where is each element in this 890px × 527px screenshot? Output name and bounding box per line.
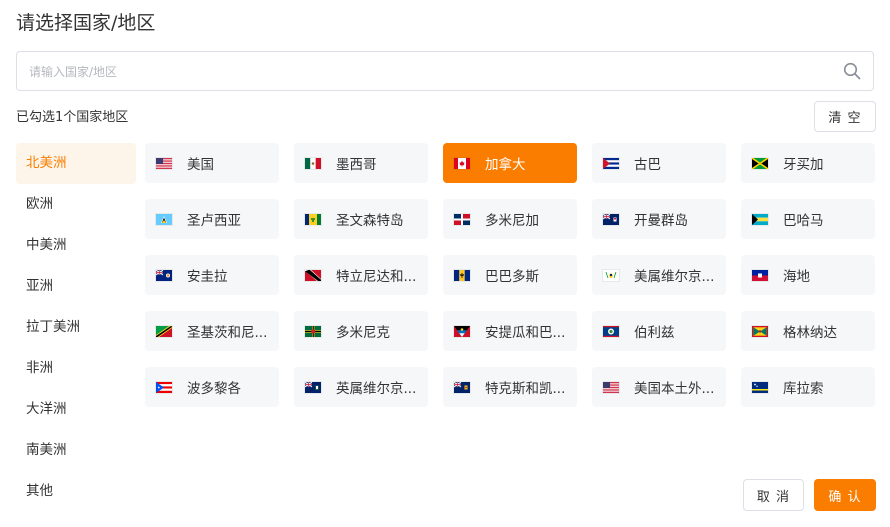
country-option[interactable]: 巴哈马 — [741, 199, 875, 239]
country-name: 古巴 — [634, 157, 661, 173]
country-name: 波多黎各 — [187, 381, 241, 397]
country-option[interactable]: 圣卢西亚 — [145, 199, 279, 239]
flag-icon — [305, 157, 336, 169]
selected-count: 已勾选1个国家地区 — [16, 110, 129, 125]
country-name: 圣文森特岛 — [336, 213, 404, 229]
flag-icon — [603, 213, 634, 225]
country-name: 安圭拉 — [187, 269, 228, 285]
region-item[interactable]: 北美洲 — [16, 143, 136, 184]
country-option[interactable]: 格林纳达 — [741, 311, 875, 351]
country-option[interactable]: 墨西哥 — [294, 143, 428, 183]
flag-icon — [156, 157, 187, 169]
flag-icon — [305, 269, 336, 281]
country-option[interactable]: 英属维尔京... — [294, 367, 428, 407]
flag-icon — [454, 381, 485, 393]
country-name: 美国 — [187, 157, 214, 173]
region-item[interactable]: 亚洲 — [16, 266, 136, 307]
country-option[interactable]: 安提瓜和巴... — [443, 311, 577, 351]
country-name: 特克斯和凯... — [485, 381, 566, 397]
region-sidebar: 北美洲 欧洲 中美洲 亚洲 拉丁美洲 非洲 大洋洲 南美洲 其他 — [16, 143, 136, 512]
country-name: 海地 — [783, 269, 810, 285]
flag-icon — [752, 157, 783, 169]
country-option[interactable]: 古巴 — [592, 143, 726, 183]
flag-icon — [156, 213, 187, 225]
flag-icon — [454, 269, 485, 281]
flag-icon — [305, 381, 336, 393]
flag-icon — [752, 213, 783, 225]
country-option[interactable]: 特克斯和凯... — [443, 367, 577, 407]
search-icon[interactable] — [843, 62, 861, 80]
country-option[interactable]: 多米尼加 — [443, 199, 577, 239]
region-item[interactable]: 大洋洲 — [16, 389, 136, 430]
flag-icon — [305, 213, 336, 225]
country-name: 美国本土外... — [634, 381, 715, 397]
region-item[interactable]: 其他 — [16, 471, 136, 512]
country-name: 巴巴多斯 — [485, 269, 539, 285]
flag-icon — [305, 325, 336, 337]
flag-icon — [752, 325, 783, 337]
cancel-button[interactable]: 取 消 — [743, 479, 804, 511]
flag-icon — [156, 381, 187, 393]
country-option[interactable]: 海地 — [741, 255, 875, 295]
country-option[interactable]: 加拿大 — [443, 143, 577, 183]
region-item[interactable]: 拉丁美洲 — [16, 307, 136, 348]
country-option[interactable]: 多米尼克 — [294, 311, 428, 351]
country-name: 特立尼达和... — [336, 269, 417, 285]
country-name: 开曼群岛 — [634, 213, 688, 229]
country-option[interactable]: 伯利兹 — [592, 311, 726, 351]
country-name: 格林纳达 — [783, 325, 837, 341]
country-option[interactable]: 美属维尔京... — [592, 255, 726, 295]
region-item[interactable]: 欧洲 — [16, 184, 136, 225]
country-name: 墨西哥 — [336, 157, 377, 173]
country-name: 加拿大 — [485, 157, 526, 173]
country-option[interactable]: 特立尼达和... — [294, 255, 428, 295]
search-input[interactable] — [27, 52, 831, 92]
country-name: 英属维尔京... — [336, 381, 417, 397]
country-option[interactable]: 美国 — [145, 143, 279, 183]
flag-icon — [603, 325, 634, 337]
flag-icon — [156, 269, 187, 281]
country-grid: 美国 墨西哥 加拿大 古巴 牙买加圣卢西亚 圣文森特岛 多米尼加 开曼群岛 巴哈马安圭拉 特立尼达… — [145, 143, 877, 407]
confirm-button[interactable]: 确 认 — [814, 479, 876, 511]
country-name: 库拉索 — [783, 381, 824, 397]
country-option[interactable]: 开曼群岛 — [592, 199, 726, 239]
country-option[interactable]: 圣文森特岛 — [294, 199, 428, 239]
flag-icon — [752, 269, 783, 281]
search-box[interactable] — [16, 51, 874, 92]
country-option[interactable]: 巴巴多斯 — [443, 255, 577, 295]
dialog-title: 请选择国家/地区 — [16, 12, 156, 34]
flag-icon — [603, 269, 634, 281]
flag-icon — [156, 325, 187, 337]
country-name: 多米尼克 — [336, 325, 390, 341]
country-name: 伯利兹 — [634, 325, 675, 341]
country-option[interactable]: 圣基茨和尼... — [145, 311, 279, 351]
country-name: 美属维尔京... — [634, 269, 715, 285]
region-item[interactable]: 南美洲 — [16, 430, 136, 471]
country-option[interactable]: 波多黎各 — [145, 367, 279, 407]
country-name: 圣基茨和尼... — [187, 325, 268, 341]
country-name: 牙买加 — [783, 157, 824, 173]
country-option[interactable]: 美国本土外... — [592, 367, 726, 407]
clear-button[interactable]: 清 空 — [814, 101, 876, 132]
flag-icon — [752, 381, 783, 393]
country-name: 多米尼加 — [485, 213, 539, 229]
country-name: 圣卢西亚 — [187, 213, 241, 229]
country-name: 巴哈马 — [783, 213, 824, 229]
flag-icon — [454, 213, 485, 225]
country-option[interactable]: 牙买加 — [741, 143, 875, 183]
flag-icon — [454, 157, 485, 169]
flag-icon — [454, 325, 485, 337]
country-option[interactable]: 库拉索 — [741, 367, 875, 407]
country-option[interactable]: 安圭拉 — [145, 255, 279, 295]
region-item[interactable]: 非洲 — [16, 348, 136, 389]
country-name: 安提瓜和巴... — [485, 325, 566, 341]
flag-icon — [603, 381, 634, 393]
region-item[interactable]: 中美洲 — [16, 225, 136, 266]
flag-icon — [603, 157, 634, 169]
